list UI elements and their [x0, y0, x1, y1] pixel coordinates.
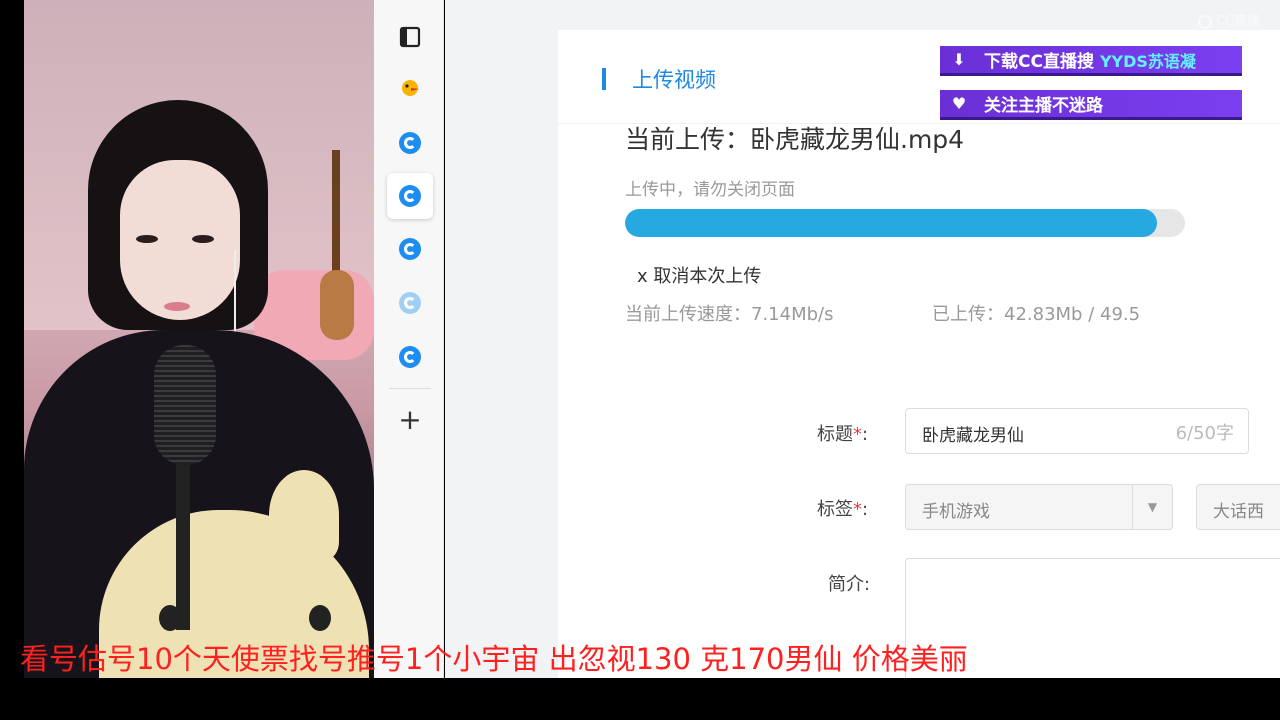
cc-icon[interactable]	[387, 334, 433, 380]
tag-select-secondary-value: 大话西	[1213, 502, 1264, 522]
cc-icon[interactable]	[387, 173, 433, 219]
mic-arm	[176, 460, 190, 630]
right-eye	[192, 235, 214, 243]
upload-progress-bar	[625, 209, 1185, 237]
tag-select-secondary[interactable]: 大话西	[1196, 484, 1280, 530]
layout-icon[interactable]	[387, 14, 433, 60]
guitar	[320, 150, 354, 340]
cc-logo-icon	[1198, 14, 1212, 29]
current-upload-file: 当前上传：卧虎藏龙男仙.mp4	[625, 125, 965, 154]
tab-rail: +	[374, 0, 444, 678]
cancel-upload-button[interactable]: x 取消本次上传	[637, 262, 761, 288]
download-banner: ⬇ 下载CC直播搜 YYDS苏语凝	[940, 46, 1242, 76]
title-value: 卧虎藏龙男仙	[922, 426, 1024, 446]
cc-icon[interactable]	[387, 226, 433, 272]
rail-divider	[389, 388, 431, 389]
lips	[164, 302, 190, 311]
stream-frame: { "upload": { "header_title": "上传视频", "c…	[0, 0, 1280, 720]
follow-banner: ♥ 关注主播不迷路	[940, 90, 1242, 120]
scrolling-ticker: 看号估号10个天使票找号推号1个小宇宙 出忽视130 克170男仙 价格美丽	[20, 642, 968, 676]
cc-watermark: CC直播	[1198, 10, 1260, 29]
chevron-down-icon[interactable]: ▼	[1132, 485, 1172, 529]
banner1-highlight: YYDS苏语凝	[1099, 51, 1196, 71]
download-icon: ⬇	[952, 50, 966, 69]
duck-icon[interactable]	[387, 64, 433, 110]
header-accent-bar	[602, 68, 606, 90]
title-label: 标题*:	[817, 424, 869, 445]
title-char-count: 6/50字	[1175, 423, 1234, 444]
tag-select-value: 手机游戏	[922, 502, 990, 522]
upload-speed: 当前上传速度：7.14Mb/s	[625, 304, 834, 325]
left-eye	[136, 235, 158, 243]
plus-icon[interactable]: +	[387, 396, 433, 442]
bottom-black-bar	[0, 678, 1280, 720]
banner1-text: 下载CC直播搜	[984, 52, 1094, 72]
upload-status: 上传中，请勿关闭页面	[625, 180, 795, 200]
cc-icon[interactable]	[387, 120, 433, 166]
microphone	[154, 345, 216, 465]
page-title: 上传视频	[632, 68, 716, 92]
title-input[interactable]: 卧虎藏龙男仙 6/50字	[905, 408, 1249, 454]
upload-progress-fill	[625, 209, 1157, 237]
description-label: 简介:	[828, 574, 871, 595]
banner2-text: 关注主播不迷路	[984, 96, 1103, 116]
uploaded-amount: 已上传：42.83Mb / 49.5	[932, 304, 1141, 325]
heart-icon: ♥	[951, 94, 967, 113]
webcam-feed	[24, 0, 374, 678]
tag-select[interactable]: 手机游戏 ▼	[905, 484, 1173, 530]
cc-icon[interactable]	[387, 280, 433, 326]
tag-label: 标签*:	[817, 499, 869, 520]
